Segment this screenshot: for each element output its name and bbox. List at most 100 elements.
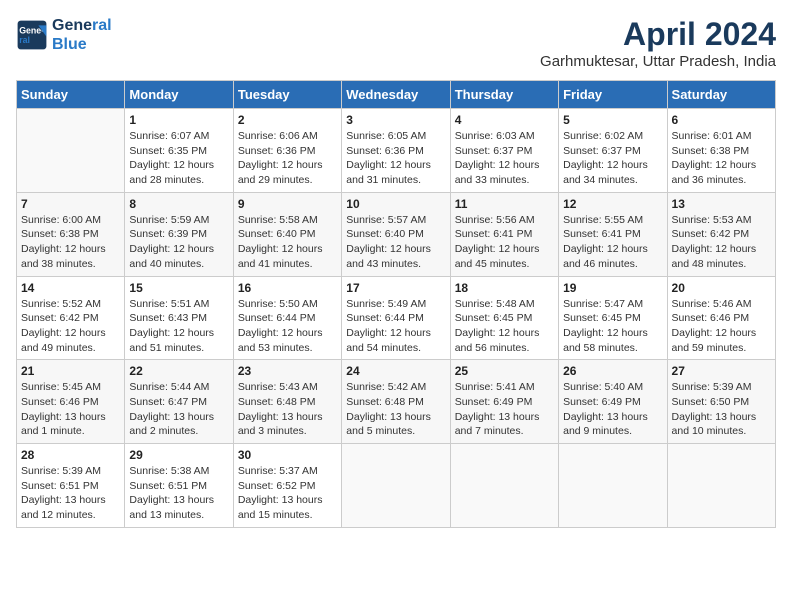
title-area: April 2024 Garhmuktesar, Uttar Pradesh, … (540, 16, 776, 70)
calendar-cell: 24 Sunrise: 5:42 AM Sunset: 6:48 PM Dayli… (342, 360, 450, 444)
day-number: 27 (672, 364, 771, 378)
calendar-cell: 25 Sunrise: 5:41 AM Sunset: 6:49 PM Dayli… (450, 360, 558, 444)
calendar-week-4: 21 Sunrise: 5:45 AM Sunset: 6:46 PM Dayli… (17, 360, 776, 444)
day-number: 28 (21, 448, 120, 462)
calendar-cell: 7Sunrise: 6:00 AM Sunset: 6:38 PM Daylig… (17, 192, 125, 276)
calendar-week-5: 28 Sunrise: 5:39 AM Sunset: 6:51 PM Dayli… (17, 444, 776, 528)
calendar-cell (450, 444, 558, 528)
day-number: 15 (129, 281, 228, 295)
day-number: 24 (346, 364, 445, 378)
day-info: Sunrise: 5:55 AM Sunset: 6:41 PM Dayligh… (563, 213, 662, 272)
day-info: Sunrise: 6:07 AM Sunset: 6:35 PM Dayligh… (129, 129, 228, 188)
calendar-cell: 10 Sunrise: 5:57 AM Sunset: 6:40 PM Dayli… (342, 192, 450, 276)
day-number: 1 (129, 113, 228, 127)
calendar-cell: 4 Sunrise: 6:03 AM Sunset: 6:37 PM Daylig… (450, 109, 558, 193)
calendar-cell: 16 Sunrise: 5:50 AM Sunset: 6:44 PM Dayli… (233, 276, 341, 360)
logo-text: General Blue (52, 16, 112, 54)
day-number: 12 (563, 197, 662, 211)
day-info: Sunrise: 5:56 AM Sunset: 6:41 PM Dayligh… (455, 213, 554, 272)
day-number: 18 (455, 281, 554, 295)
day-number: 26 (563, 364, 662, 378)
day-number: 20 (672, 281, 771, 295)
calendar-cell (667, 444, 775, 528)
calendar-cell: 20 Sunrise: 5:46 AM Sunset: 6:46 PM Dayli… (667, 276, 775, 360)
day-info: Sunrise: 5:44 AM Sunset: 6:47 PM Dayligh… (129, 380, 228, 439)
day-info: Sunrise: 5:38 AM Sunset: 6:51 PM Dayligh… (129, 464, 228, 523)
calendar-week-3: 14 Sunrise: 5:52 AM Sunset: 6:42 PM Dayli… (17, 276, 776, 360)
day-info: Sunrise: 6:00 AM Sunset: 6:38 PM Dayligh… (21, 213, 120, 272)
day-number: 17 (346, 281, 445, 295)
calendar-cell: 1 Sunrise: 6:07 AM Sunset: 6:35 PM Daylig… (125, 109, 233, 193)
calendar-cell: 28 Sunrise: 5:39 AM Sunset: 6:51 PM Dayli… (17, 444, 125, 528)
day-info: Sunrise: 5:39 AM Sunset: 6:51 PM Dayligh… (21, 464, 120, 523)
calendar-header-row: SundayMondayTuesdayWednesdayThursdayFrid… (17, 81, 776, 109)
day-number: 14 (21, 281, 120, 295)
main-title: April 2024 (540, 16, 776, 53)
day-info: Sunrise: 6:03 AM Sunset: 6:37 PM Dayligh… (455, 129, 554, 188)
day-number: 13 (672, 197, 771, 211)
calendar-cell (342, 444, 450, 528)
calendar-header-sunday: Sunday (17, 81, 125, 109)
day-number: 21 (21, 364, 120, 378)
day-info: Sunrise: 5:40 AM Sunset: 6:49 PM Dayligh… (563, 380, 662, 439)
header: Gene- ral General Blue April 2024 Garhmu… (16, 16, 776, 70)
calendar-cell: 14 Sunrise: 5:52 AM Sunset: 6:42 PM Dayli… (17, 276, 125, 360)
day-info: Sunrise: 5:47 AM Sunset: 6:45 PM Dayligh… (563, 297, 662, 356)
day-info: Sunrise: 5:45 AM Sunset: 6:46 PM Dayligh… (21, 380, 120, 439)
calendar-header-tuesday: Tuesday (233, 81, 341, 109)
calendar-cell: 26 Sunrise: 5:40 AM Sunset: 6:49 PM Dayli… (559, 360, 667, 444)
calendar-cell: 2Sunrise: 6:06 AM Sunset: 6:36 PM Daylig… (233, 109, 341, 193)
calendar-cell (559, 444, 667, 528)
calendar-cell: 22Sunrise: 5:44 AM Sunset: 6:47 PM Dayli… (125, 360, 233, 444)
day-number: 4 (455, 113, 554, 127)
calendar-cell: 8 Sunrise: 5:59 AM Sunset: 6:39 PM Daylig… (125, 192, 233, 276)
calendar-cell: 30 Sunrise: 5:37 AM Sunset: 6:52 PM Dayli… (233, 444, 341, 528)
day-info: Sunrise: 6:02 AM Sunset: 6:37 PM Dayligh… (563, 129, 662, 188)
day-info: Sunrise: 5:58 AM Sunset: 6:40 PM Dayligh… (238, 213, 337, 272)
day-number: 25 (455, 364, 554, 378)
day-info: Sunrise: 5:57 AM Sunset: 6:40 PM Dayligh… (346, 213, 445, 272)
calendar-week-1: 1 Sunrise: 6:07 AM Sunset: 6:35 PM Daylig… (17, 109, 776, 193)
day-info: Sunrise: 5:50 AM Sunset: 6:44 PM Dayligh… (238, 297, 337, 356)
day-number: 8 (129, 197, 228, 211)
calendar-cell: 13Sunrise: 5:53 AM Sunset: 6:42 PM Dayli… (667, 192, 775, 276)
day-number: 19 (563, 281, 662, 295)
calendar-cell: 23Sunrise: 5:43 AM Sunset: 6:48 PM Dayli… (233, 360, 341, 444)
calendar-cell: 6 Sunrise: 6:01 AM Sunset: 6:38 PM Daylig… (667, 109, 775, 193)
logo: Gene- ral General Blue (16, 16, 112, 54)
calendar-cell: 27Sunrise: 5:39 AM Sunset: 6:50 PM Dayli… (667, 360, 775, 444)
day-number: 30 (238, 448, 337, 462)
calendar-cell: 18 Sunrise: 5:48 AM Sunset: 6:45 PM Dayli… (450, 276, 558, 360)
day-info: Sunrise: 6:05 AM Sunset: 6:36 PM Dayligh… (346, 129, 445, 188)
calendar-cell: 9Sunrise: 5:58 AM Sunset: 6:40 PM Daylig… (233, 192, 341, 276)
calendar-cell: 3Sunrise: 6:05 AM Sunset: 6:36 PM Daylig… (342, 109, 450, 193)
calendar-header-wednesday: Wednesday (342, 81, 450, 109)
subtitle: Garhmuktesar, Uttar Pradesh, India (540, 53, 776, 70)
day-info: Sunrise: 5:52 AM Sunset: 6:42 PM Dayligh… (21, 297, 120, 356)
calendar-cell: 29Sunrise: 5:38 AM Sunset: 6:51 PM Dayli… (125, 444, 233, 528)
calendar-cell: 11 Sunrise: 5:56 AM Sunset: 6:41 PM Dayli… (450, 192, 558, 276)
day-number: 10 (346, 197, 445, 211)
day-number: 6 (672, 113, 771, 127)
day-info: Sunrise: 5:59 AM Sunset: 6:39 PM Dayligh… (129, 213, 228, 272)
day-number: 16 (238, 281, 337, 295)
calendar-cell: 21 Sunrise: 5:45 AM Sunset: 6:46 PM Dayli… (17, 360, 125, 444)
svg-text:ral: ral (19, 35, 30, 45)
day-info: Sunrise: 5:48 AM Sunset: 6:45 PM Dayligh… (455, 297, 554, 356)
day-info: Sunrise: 5:42 AM Sunset: 6:48 PM Dayligh… (346, 380, 445, 439)
day-number: 2 (238, 113, 337, 127)
day-number: 5 (563, 113, 662, 127)
day-number: 23 (238, 364, 337, 378)
day-info: Sunrise: 5:37 AM Sunset: 6:52 PM Dayligh… (238, 464, 337, 523)
calendar-cell: 15Sunrise: 5:51 AM Sunset: 6:43 PM Dayli… (125, 276, 233, 360)
calendar-header-saturday: Saturday (667, 81, 775, 109)
day-info: Sunrise: 5:41 AM Sunset: 6:49 PM Dayligh… (455, 380, 554, 439)
calendar-cell: 12 Sunrise: 5:55 AM Sunset: 6:41 PM Dayli… (559, 192, 667, 276)
day-info: Sunrise: 6:01 AM Sunset: 6:38 PM Dayligh… (672, 129, 771, 188)
day-info: Sunrise: 5:46 AM Sunset: 6:46 PM Dayligh… (672, 297, 771, 356)
day-number: 11 (455, 197, 554, 211)
logo-icon: Gene- ral (16, 19, 48, 51)
calendar-header-monday: Monday (125, 81, 233, 109)
day-info: Sunrise: 5:49 AM Sunset: 6:44 PM Dayligh… (346, 297, 445, 356)
calendar-cell: 17 Sunrise: 5:49 AM Sunset: 6:44 PM Dayli… (342, 276, 450, 360)
